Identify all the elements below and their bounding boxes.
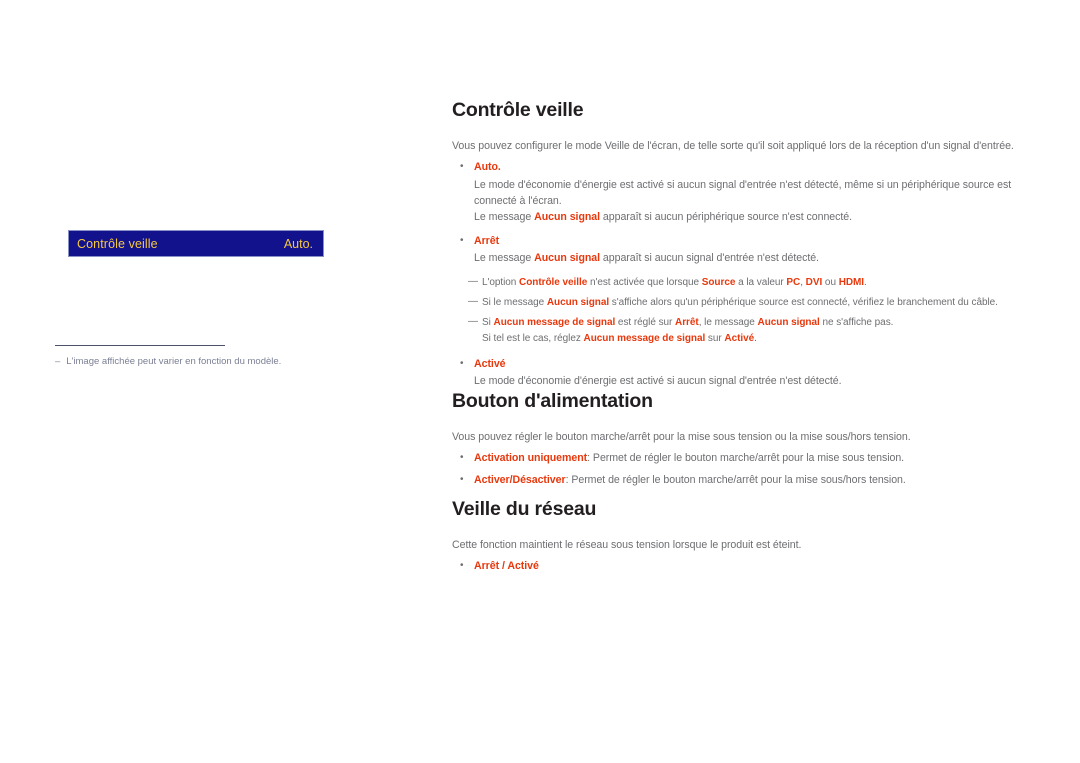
footnote-divider: [55, 345, 225, 346]
option-row-arret-active: • Arrêt / Activé: [452, 558, 1032, 575]
option-desc-auto-line2: Le message Aucun signal apparaît si aucu…: [474, 211, 853, 224]
list-item: • Activer/Désactiver: Permet de régler l…: [452, 472, 1032, 489]
term-aucun-signal: Aucun signal: [534, 251, 601, 264]
note-text-3-continuation: Si tel est le cas, réglez Aucun message …: [482, 333, 757, 345]
options-list-veille-du-reseau: • Arrêt / Activé: [452, 558, 1032, 575]
option-label-arret: Arrêt: [474, 234, 500, 247]
illustration-column: Contrôle veille Auto. ‒ L'image affichée…: [0, 0, 440, 763]
section-bouton-alimentation: Bouton d'alimentation Vous pouvez régler…: [452, 390, 1032, 489]
option-line-activation-uniquement: Activation uniquement: Permet de régler …: [474, 450, 1032, 467]
section-intro-bouton-alimentation: Vous pouvez régler le bouton marche/arrê…: [452, 431, 911, 443]
option-row-activer-desactiver: • Activer/Désactiver: Permet de régler l…: [452, 472, 1032, 489]
bullet-icon: •: [460, 234, 464, 246]
option-label-activation-uniquement: Activation uniquement: [474, 452, 588, 465]
option-label-auto: Auto.: [474, 161, 501, 174]
bullet-icon: •: [460, 358, 464, 370]
term-source: Source: [701, 277, 736, 289]
section-intro-controle-veille: Vous pouvez configurer le mode Veille de…: [452, 140, 1014, 152]
note-item-3: — Si Aucun message de signal est réglé s…: [468, 315, 1032, 331]
note-item-2: — Si le message Aucun signal s'affiche a…: [468, 295, 1032, 311]
section-title-bouton-alimentation: Bouton d'alimentation: [452, 390, 653, 412]
term-arret: Arrêt: [675, 317, 699, 329]
note-dash-icon: —: [468, 316, 478, 328]
option-label-activer-desactiver: Activer/Désactiver: [474, 473, 566, 486]
section-title-veille-du-reseau: Veille du réseau: [452, 498, 597, 520]
term-hdmi: HDMI: [838, 277, 865, 289]
bullet-icon: •: [460, 161, 464, 173]
bullet-icon: •: [460, 473, 464, 485]
term-aucun-signal: Aucun signal: [757, 317, 820, 329]
term-dvi: DVI: [805, 277, 823, 289]
option-desc-auto-line1-text: Le mode d'économie d'énergie est activé …: [474, 178, 1012, 207]
footnote-dash-icon: ‒: [55, 356, 61, 367]
bullet-icon: •: [460, 452, 464, 464]
footnote: ‒ L'image affichée peut varier en foncti…: [55, 355, 385, 368]
option-line-activer-desactiver: Activer/Désactiver: Permet de régler le …: [474, 472, 1032, 489]
osd-menu-value: Auto.: [283, 236, 313, 251]
list-item: • Auto. Le mode d'économie d'énergie est…: [452, 159, 1032, 225]
section-veille-du-reseau: Veille du réseau Cette fonction maintien…: [452, 498, 1032, 576]
bullet-icon: •: [460, 560, 464, 572]
options-list-bouton-alimentation: • Activation uniquement: Permet de régle…: [452, 450, 1032, 488]
term-active: Activé: [724, 333, 755, 345]
term-aucun-signal: Aucun signal: [534, 211, 601, 224]
option-label-arret-active: Arrêt / Activé: [474, 560, 539, 573]
list-item: • Arrêt Le message Aucun signal apparaît…: [452, 233, 1032, 267]
note-item-1: — L'option Contrôle veille n'est activée…: [468, 275, 1032, 291]
note-dash-icon: —: [468, 276, 478, 288]
options-list-controle-veille: • Auto. Le mode d'économie d'énergie est…: [452, 159, 1032, 390]
option-row-auto: • Auto.: [452, 159, 1032, 176]
option-row-activation-uniquement: • Activation uniquement: Permet de régle…: [452, 450, 1032, 467]
term-aucun-signal: Aucun signal: [546, 297, 610, 309]
option-desc-arret: Le message Aucun signal apparaît si aucu…: [474, 251, 819, 264]
note-dash-icon: —: [468, 296, 478, 308]
term-aucun-message-de-signal: Aucun message de signal: [493, 317, 616, 329]
note-text-1: L'option Contrôle veille n'est activée q…: [482, 277, 867, 289]
list-item: • Arrêt / Activé: [452, 558, 1032, 575]
section-title-controle-veille: Contrôle veille: [452, 99, 584, 121]
option-desc-active: Le mode d'économie d'énergie est activé …: [474, 375, 842, 388]
option-desc-auto-line1: Le mode d'économie d'énergie est activé …: [474, 177, 1032, 210]
option-row-arret: • Arrêt: [452, 233, 1032, 250]
option-row-active: • Activé: [452, 356, 1032, 373]
term-aucun-message-de-signal: Aucun message de signal: [583, 333, 706, 345]
term-controle-veille: Contrôle veille: [519, 277, 588, 289]
term-pc: PC: [786, 277, 801, 289]
option-desc-activer-desactiver: : Permet de régler le bouton marche/arrê…: [565, 473, 906, 486]
osd-menu-label: Contrôle veille: [77, 236, 158, 251]
section-controle-veille: Contrôle veille Vous pouvez configurer l…: [452, 99, 1032, 390]
option-label-active: Activé: [474, 358, 506, 371]
note-text-2: Si le message Aucun signal s'affiche alo…: [482, 297, 998, 309]
note-text-3: Si Aucun message de signal est réglé sur…: [482, 317, 894, 329]
list-item: • Activation uniquement: Permet de régle…: [452, 450, 1032, 467]
list-item: • Activé Le mode d'économie d'énergie es…: [452, 356, 1032, 390]
footnote-text: L'image affichée peut varier en fonction…: [66, 356, 282, 367]
section-intro-veille-du-reseau: Cette fonction maintient le réseau sous …: [452, 539, 802, 551]
option-desc-activation-uniquement: : Permet de régler le bouton marche/arrê…: [587, 452, 905, 465]
osd-menu-row-controle-veille[interactable]: Contrôle veille Auto.: [68, 230, 324, 257]
